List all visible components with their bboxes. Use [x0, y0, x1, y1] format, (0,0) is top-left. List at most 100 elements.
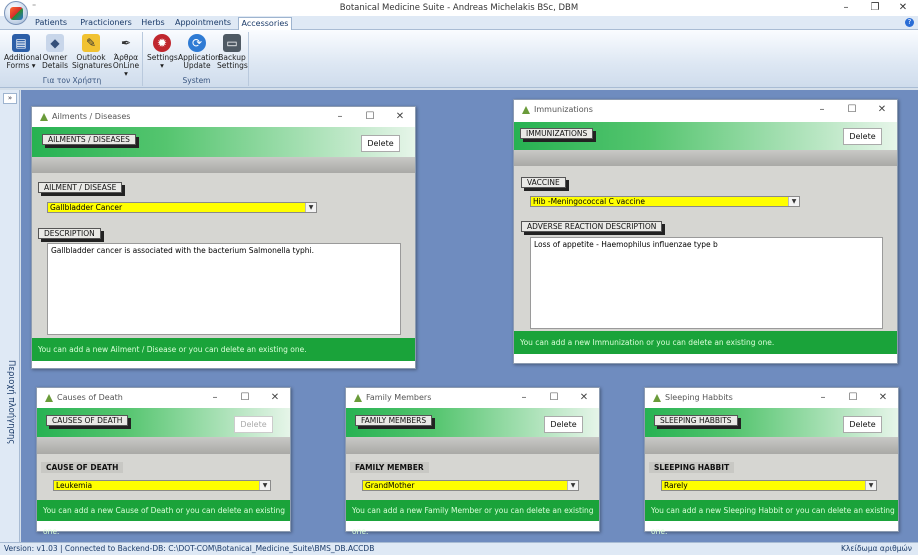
- button-label: Settings: [217, 61, 248, 70]
- vaccine-combo[interactable]: Hib -Meningococcal C vaccine ▼: [530, 196, 800, 207]
- maximize-icon[interactable]: ☐: [838, 100, 866, 120]
- family-member-combo[interactable]: GrandMother ▼: [362, 480, 579, 491]
- description-label: ADVERSE REACTION DESCRIPTION: [521, 221, 663, 232]
- close-icon[interactable]: ✕: [868, 100, 896, 120]
- form-body: AILMENT / DISEASE Gallbladder Cancer ▼ D…: [32, 173, 415, 338]
- form-body: VACCINE Hib -Meningococcal C vaccine ▼ A…: [514, 166, 897, 331]
- ribbon-group-label: System: [182, 76, 211, 85]
- delete-button[interactable]: Delete: [234, 416, 273, 433]
- sleeping-habbits-window: Sleeping Habbits – ☐ ✕ SLEEPING HABBITS …: [644, 387, 899, 536]
- app-title-bar: ⁼ Botanical Medicine Suite - Andreas Mic…: [0, 0, 918, 25]
- window-titlebar: Ailments / Diseases – ☐ ✕: [32, 107, 415, 127]
- header-label: SLEEPING HABBITS: [654, 415, 738, 426]
- description-field[interactable]: Gallbladder cancer is associated with th…: [47, 243, 401, 335]
- close-icon[interactable]: ✕: [261, 388, 289, 408]
- additional-forms-button[interactable]: ▤ Additional Forms ▾: [4, 32, 42, 70]
- ailment-combo[interactable]: Gallbladder Cancer ▼: [47, 202, 317, 213]
- owner-details-button[interactable]: ◆ Owner Details: [40, 32, 70, 70]
- minimize-button[interactable]: –: [831, 0, 861, 16]
- separator-band: [37, 437, 290, 454]
- family-members-window: Family Members – ☐ ✕ FAMILY MEMBERS Dele…: [345, 387, 600, 536]
- footer-hint: You can add a new Family Member or you c…: [346, 500, 599, 536]
- cause-of-death-combo[interactable]: Leukemia ▼: [53, 480, 271, 491]
- form-body: CAUSE OF DEATH Leukemia ▼: [37, 454, 290, 500]
- field-label: CAUSE OF DEATH: [41, 462, 124, 473]
- minimize-icon[interactable]: –: [808, 100, 836, 120]
- minimize-icon[interactable]: –: [809, 388, 837, 408]
- tab-accessories[interactable]: Accessories: [238, 17, 292, 31]
- maximize-icon[interactable]: ☐: [839, 388, 867, 408]
- causes-of-death-window: Causes of Death – ☐ ✕ CAUSES OF DEATH De…: [36, 387, 291, 536]
- adverse-reaction-field[interactable]: Loss of appetite - Haemophilus influenza…: [530, 237, 883, 329]
- articles-icon: ✒: [120, 36, 132, 50]
- app-logo-icon: [9, 6, 23, 20]
- separator-band: [645, 437, 898, 454]
- maximize-icon[interactable]: ☐: [231, 388, 259, 408]
- ribbon-group-label: Για τον Χρήστη: [42, 76, 102, 85]
- close-icon[interactable]: ✕: [869, 388, 897, 408]
- close-icon[interactable]: ✕: [570, 388, 598, 408]
- minimize-icon[interactable]: –: [326, 107, 354, 127]
- maximize-icon[interactable]: ☐: [540, 388, 568, 408]
- combo-value: Gallbladder Cancer: [50, 203, 123, 212]
- outlook-icon: ✎: [82, 34, 100, 52]
- app-menu-button[interactable]: [4, 1, 28, 25]
- application-update-button[interactable]: ⟳ Application Update: [178, 32, 220, 70]
- backup-icon: ▭: [223, 34, 241, 52]
- window-title: Immunizations: [534, 105, 593, 114]
- close-icon[interactable]: ✕: [386, 107, 414, 127]
- delete-button[interactable]: Delete: [544, 416, 583, 433]
- close-button[interactable]: ✕: [888, 0, 918, 16]
- delete-button[interactable]: Delete: [361, 135, 400, 152]
- articles-online-button[interactable]: ✒ Άρθρα OnLine ▾: [110, 32, 142, 78]
- chevron-down-icon[interactable]: ▼: [259, 481, 270, 490]
- window-title: Botanical Medicine Suite - Andreas Miche…: [339, 3, 579, 13]
- chevron-down-icon[interactable]: ▼: [567, 481, 578, 490]
- window-title: Ailments / Diseases: [52, 112, 131, 121]
- settings-button[interactable]: ✹ Settings ▾: [147, 32, 178, 70]
- sleeping-habbit-combo[interactable]: Rarely ▼: [661, 480, 877, 491]
- tab-practicioners[interactable]: Practicioners: [76, 17, 136, 30]
- field-label: SLEEPING HABBIT: [649, 462, 735, 473]
- field-label: FAMILY MEMBER: [350, 462, 429, 473]
- ribbon-tabs: Patients Practicioners Herbs Appointment…: [0, 16, 918, 31]
- chevron-down-icon[interactable]: ▼: [865, 481, 876, 490]
- maximize-icon[interactable]: ☐: [356, 107, 384, 127]
- ribbon: ▤ Additional Forms ▾ ◆ Owner Details ✎ O…: [0, 30, 918, 88]
- minimize-icon[interactable]: –: [201, 388, 229, 408]
- window-title: Causes of Death: [57, 393, 123, 402]
- outlook-signatures-button[interactable]: ✎ Outlook Signatures: [72, 32, 113, 70]
- help-icon[interactable]: ?: [905, 18, 914, 27]
- combo-value: Rarely: [664, 481, 688, 490]
- header-label: FAMILY MEMBERS: [355, 415, 433, 426]
- window-titlebar: Sleeping Habbits – ☐ ✕: [645, 388, 898, 408]
- separator-band: [514, 150, 897, 166]
- button-label: Signatures: [72, 61, 113, 70]
- delete-button[interactable]: Delete: [843, 416, 882, 433]
- minimize-icon[interactable]: –: [510, 388, 538, 408]
- backup-settings-button[interactable]: ▭ Backup Settings: [217, 32, 248, 70]
- ribbon-group-user: ▤ Additional Forms ▾ ◆ Owner Details ✎ O…: [2, 32, 143, 86]
- tab-herbs[interactable]: Herbs: [138, 17, 168, 30]
- window-titlebar: Immunizations – ☐ ✕: [514, 100, 897, 120]
- delete-button[interactable]: Delete: [843, 128, 882, 145]
- header-label: CAUSES OF DEATH: [46, 415, 129, 426]
- herb-icon: [522, 106, 530, 114]
- navigation-pane-label: Περιοχή πλοήγησης: [6, 360, 16, 445]
- chevron-down-icon[interactable]: ▼: [305, 203, 316, 212]
- form-body: SLEEPING HABBIT Rarely ▼: [645, 454, 898, 500]
- status-connection: Version: v1.03 | Connected to Backend-DB…: [4, 544, 375, 553]
- tab-appointments[interactable]: Appointments: [172, 17, 234, 30]
- navigation-pane[interactable]: » Περιοχή πλοήγησης: [0, 90, 20, 542]
- expand-nav-icon[interactable]: »: [3, 93, 17, 104]
- window-title: Family Members: [366, 393, 432, 402]
- restore-button[interactable]: ❐: [860, 0, 890, 16]
- tab-patients[interactable]: Patients: [30, 17, 72, 30]
- status-bar: Version: v1.03 | Connected to Backend-DB…: [0, 542, 918, 555]
- forms-icon: ▤: [12, 34, 30, 52]
- chevron-down-icon[interactable]: ▼: [788, 197, 799, 206]
- footer-hint: You can add a new Cause of Death or you …: [37, 500, 290, 536]
- separator-band: [346, 437, 599, 454]
- header-label: AILMENTS / DISEASES: [42, 134, 136, 145]
- window-titlebar: Causes of Death – ☐ ✕: [37, 388, 290, 408]
